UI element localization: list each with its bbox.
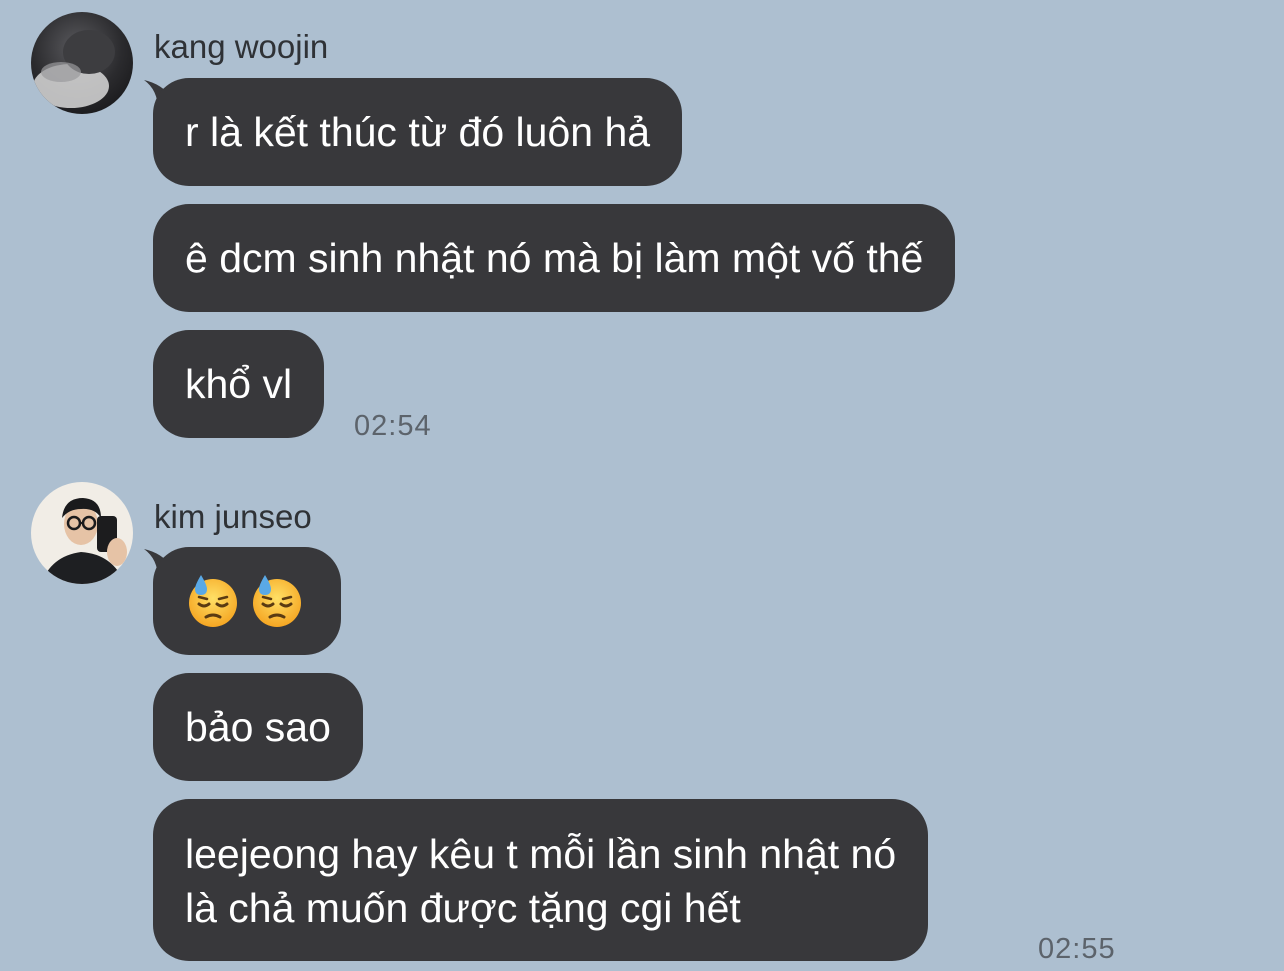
message-text: r là kết thúc từ đó luôn hả [185, 109, 651, 155]
message-bubble[interactable]: khổ vl [153, 330, 325, 438]
message-bubble[interactable]: r là kết thúc từ đó luôn hả [153, 78, 683, 186]
sender-name: kang woojin [154, 28, 329, 65]
message-text: bảo sao [185, 704, 331, 750]
emoji-row [185, 574, 309, 628]
message-timestamp: 02:55 [1038, 933, 1116, 965]
message-text-line: là chả muốn được tặng cgi hết [185, 885, 741, 931]
message-bubble[interactable]: bảo sao [153, 673, 363, 781]
message-text: khổ vl [185, 361, 293, 407]
downcast-face-with-sweat-icon [253, 575, 301, 627]
message-bubble[interactable]: leejeong hay kêu t mỗi lần sinh nhật nó … [153, 799, 929, 961]
message-bubble[interactable]: 😓😓 [153, 547, 341, 655]
sender-name: kim junseo [154, 498, 312, 535]
avatar-kim-junseo[interactable] [31, 482, 133, 584]
message-text: ê dcm sinh nhật nó mà bị làm một vố thế [185, 235, 924, 281]
chat-view: kang woojin r là kết thúc từ đó luôn hả … [0, 0, 1284, 971]
message-timestamp: 02:54 [354, 410, 432, 442]
message-text-line: leejeong hay kêu t mỗi lần sinh nhật nó [185, 831, 897, 877]
message-bubble[interactable]: ê dcm sinh nhật nó mà bị làm một vố thế [153, 204, 956, 312]
avatar-kang-woojin[interactable] [31, 12, 133, 114]
downcast-face-with-sweat-icon [189, 575, 237, 627]
